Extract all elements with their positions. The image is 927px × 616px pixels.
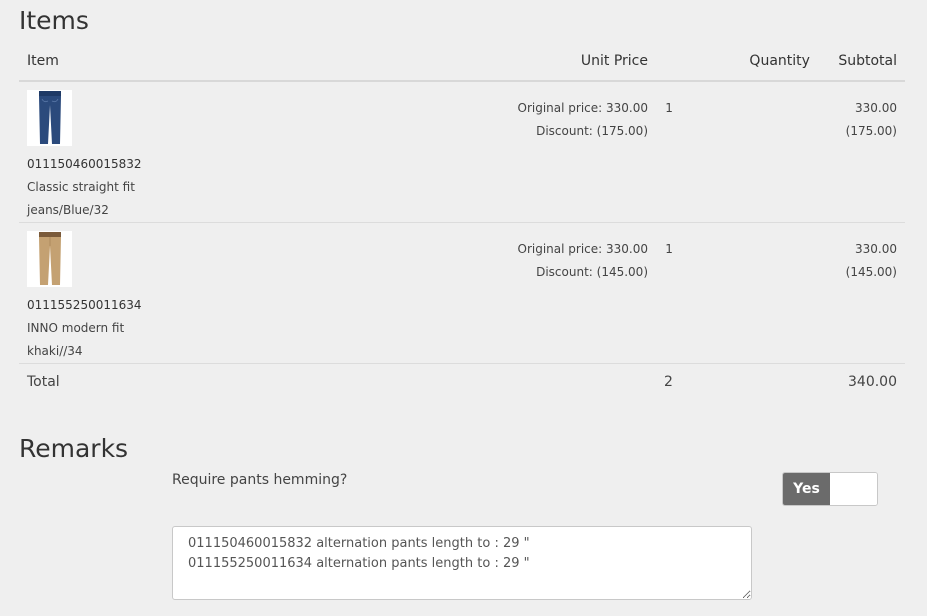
discount: Discount: (175.00) — [536, 124, 648, 138]
column-header-item: Item — [19, 42, 185, 82]
item-subtotal-discount: (175.00) — [845, 124, 897, 138]
total-label: Total — [27, 374, 60, 390]
column-header-quantity: Quantity — [656, 42, 818, 82]
khaki-pants-image — [38, 232, 61, 285]
original-price: Original price: 330.00 — [517, 242, 648, 256]
item-subtotal-discount: (145.00) — [845, 265, 897, 279]
items-table: Item Unit Price Quantity Subtotal 011150… — [19, 42, 905, 400]
item-sku: 011155250011634 — [27, 298, 142, 312]
item-description: INNO modern fit khaki//34 — [27, 321, 125, 358]
discount: Discount: (145.00) — [536, 265, 648, 279]
total-row: Total 2 340.00 — [19, 364, 905, 401]
hemming-question: Require pants hemming? — [172, 472, 348, 488]
total-quantity: 2 — [664, 374, 673, 390]
item-sku: 011150460015832 — [27, 157, 142, 171]
toggle-yes-label[interactable]: Yes — [783, 473, 830, 505]
table-row: 011155250011634 INNO modern fit khaki//3… — [19, 222, 905, 364]
jeans-icon[interactable] — [27, 90, 72, 146]
column-header-unit-price: Unit Price — [185, 42, 656, 82]
item-subtotal: 330.00 — [855, 242, 897, 256]
item-subtotal: 330.00 — [855, 101, 897, 115]
total-amount: 340.00 — [848, 374, 897, 390]
original-price: Original price: 330.00 — [517, 101, 648, 115]
item-quantity: 1 — [665, 242, 673, 256]
item-quantity: 1 — [665, 101, 673, 115]
remarks-textarea[interactable]: 011150460015832 alternation pants length… — [172, 526, 752, 600]
item-description: Classic straight fit jeans/Blue/32 — [27, 180, 135, 217]
toggle-off-area[interactable] — [830, 473, 877, 505]
jeans-image — [38, 91, 61, 144]
hemming-toggle[interactable]: Yes — [782, 472, 878, 506]
column-header-subtotal: Subtotal — [817, 42, 905, 82]
order-page: Items Item Unit Price Quantity Subtotal — [0, 0, 927, 616]
khaki-pants-icon[interactable] — [27, 231, 72, 287]
remarks-title: Remarks — [19, 434, 129, 463]
items-header-row: Item Unit Price Quantity Subtotal — [19, 42, 905, 82]
items-title: Items — [19, 6, 89, 35]
table-row: 011150460015832 Classic straight fit jea… — [19, 81, 905, 223]
